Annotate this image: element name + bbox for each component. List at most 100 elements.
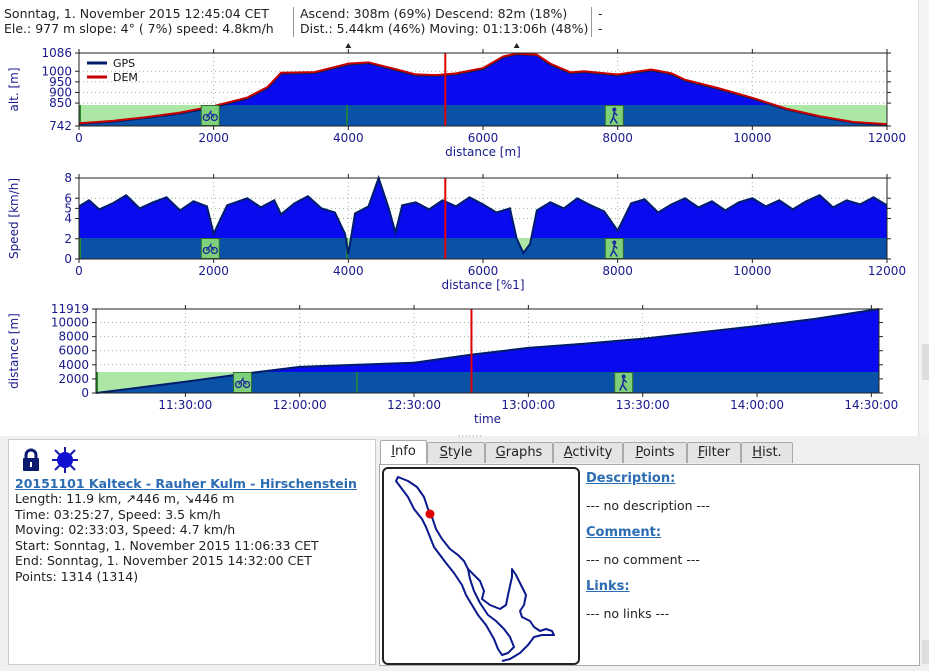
x-tick-label: 0 (75, 131, 83, 145)
track-title-link[interactable]: 20151101 Kalteck - Rauher Kulm - Hirsche… (15, 476, 357, 491)
legend-label: GPS (113, 57, 135, 70)
bicycle-icon (200, 105, 220, 126)
tab-filter[interactable]: Filter (687, 442, 741, 463)
x-tick-label: 2000 (198, 131, 229, 145)
description-label[interactable]: Description: (586, 471, 675, 486)
x-tick-label: 8000 (602, 131, 633, 145)
y-tick-label: 8000 (58, 330, 89, 344)
x-tick-label: 2000 (198, 264, 229, 278)
side-scroll-marker[interactable] (922, 344, 929, 380)
infobar-ascend: Ascend: 308m (69%) Descend: 82m (18%) (300, 6, 568, 21)
legend-label: DEM (113, 71, 138, 84)
y-tick-label: 2 (64, 232, 72, 246)
tab-info[interactable]: Info (380, 440, 427, 465)
infobar-col-time: Sonntag, 1. November 2015 12:45:04 CET E… (4, 6, 274, 36)
tab-label: Activity (563, 445, 613, 460)
tab-label: Graphs (495, 445, 543, 460)
track-stats: Length: 11.9 km, ↗446 m, ↘446 m Time: 03… (15, 491, 319, 584)
x-tick-label: 6000 (468, 264, 499, 278)
x-tick-label: 12:30:00 (387, 398, 441, 412)
profile-panel: Sonntag, 1. November 2015 12:45:04 CET E… (0, 0, 929, 441)
x-tick-label: 12000 (868, 264, 906, 278)
hiker-icon (604, 238, 624, 259)
infobar-col-extra: - - (598, 6, 603, 36)
x-tick-label: 0 (75, 264, 83, 278)
infobar-extra-1: - (598, 6, 603, 21)
x-tick-label: 4000 (333, 264, 364, 278)
sun-icon[interactable] (51, 446, 79, 474)
infobar-extra-2: - (598, 21, 603, 36)
current-position-marker (425, 509, 435, 519)
y-tick-label: 850 (49, 96, 72, 110)
x-axis-label: time (474, 412, 501, 426)
track-start: Start: Sonntag, 1. November 2015 11:06:3… (15, 537, 319, 553)
track-map-canvas (395, 476, 555, 662)
x-tick-label: 12000 (868, 131, 906, 145)
comment-label[interactable]: Comment: (586, 525, 661, 540)
x-axis-label: distance [m] (445, 145, 521, 159)
tab-label: Points (635, 445, 675, 460)
links-value: --- no links --- (586, 606, 670, 621)
tab-label: Info (391, 444, 416, 459)
tab-label: Style (439, 445, 473, 460)
x-tick-label: 13:00:00 (501, 398, 555, 412)
info-tab-content: Description: --- no description --- Comm… (379, 464, 920, 666)
y-axis-label: alt. [m] (7, 67, 21, 111)
infobar-separator (591, 7, 592, 37)
bicycle-icon (233, 372, 253, 393)
tab-graphs[interactable]: Graphs (485, 442, 553, 463)
y-tick-label: 0 (81, 386, 89, 400)
infobar-time: Sonntag, 1. November 2015 12:45:04 CET (4, 6, 269, 21)
track-metadata: Description: --- no description --- Comm… (582, 465, 916, 663)
hiker-icon (604, 105, 624, 126)
tab-activity[interactable]: Activity (553, 442, 623, 463)
x-tick-label: 12:00:00 (273, 398, 327, 412)
x-tick-label: 13:30:00 (616, 398, 670, 412)
y-tick-label: 4000 (58, 358, 89, 372)
tab-points[interactable]: Points (623, 442, 687, 463)
speed-chart[interactable]: 0 2000 4000 6000 8000 10000 12000865420distanc… (0, 168, 918, 298)
infobar-distance: Dist.: 5.44km (46%) Moving: 01:13:06h (4… (300, 21, 589, 36)
x-tick-label: 8000 (602, 264, 633, 278)
hiker-icon (614, 372, 634, 393)
x-tick-label: 11:30:00 (158, 398, 212, 412)
y-axis-label: Speed [km/h] (7, 178, 21, 259)
track-end: End: Sonntag, 1. November 2015 14:32:00 … (15, 553, 312, 568)
x-tick-label: 14:30:00 (844, 398, 898, 412)
tab-style[interactable]: Style (427, 442, 485, 463)
splitter-handle[interactable]: ······· (458, 432, 483, 441)
y-tick-label: 10000 (51, 316, 89, 330)
links-label[interactable]: Links: (586, 579, 630, 594)
altitude-chart[interactable]: 0 2000 4000 6000 8000 10000 120001086100095090… (0, 38, 918, 166)
track-moving: Moving: 02:33:03, Speed: 4.7 km/h (15, 522, 236, 537)
tab-label: Hist. (752, 445, 782, 460)
x-tick-label: 4000 (333, 131, 364, 145)
y-tick-label: 0 (64, 252, 72, 266)
x-tick-label: 6000 (468, 131, 499, 145)
tab-hist[interactable]: Hist. (741, 442, 793, 463)
peak-marker (345, 43, 352, 48)
tab-label: Filter (697, 445, 731, 460)
distance-time-chart[interactable]: 11:30:00 12:00:00 12:30:00 13:00:00 13:30:00… (0, 300, 918, 432)
infobar-col-stats: Ascend: 308m (69%) Descend: 82m (18%) Di… (300, 6, 588, 36)
peak-marker (513, 43, 520, 48)
track-length: Length: 11.9 km, ↗446 m, ↘446 m (15, 491, 235, 506)
y-tick-label: 4 (64, 212, 72, 226)
bicycle-icon (200, 238, 220, 259)
y-axis-label: distance [m] (7, 313, 21, 389)
track-map[interactable] (382, 467, 580, 665)
x-tick-label: 14:00:00 (730, 398, 784, 412)
x-tick-label: 10000 (733, 131, 771, 145)
lock-icon[interactable] (21, 448, 41, 472)
infobar-elevation: Ele.: 977 m slope: 4° ( 7%) speed: 4.8km… (4, 21, 274, 36)
y-tick-label: 8 (64, 171, 72, 185)
x-axis-label: distance [%1] (441, 278, 524, 292)
comment-value: --- no comment --- (586, 552, 700, 567)
side-scroll-marker[interactable] (922, 640, 929, 664)
track-points: Points: 1314 (1314) (15, 568, 139, 584)
infobar-separator (293, 7, 294, 37)
y-tick-label: 6000 (58, 344, 89, 358)
track-time: Time: 03:25:27, Speed: 3.5 km/h (15, 506, 221, 522)
description-value: --- no description --- (586, 498, 711, 513)
track-info-panel: 20151101 Kalteck - Rauher Kulm - Hirsche… (8, 439, 376, 665)
